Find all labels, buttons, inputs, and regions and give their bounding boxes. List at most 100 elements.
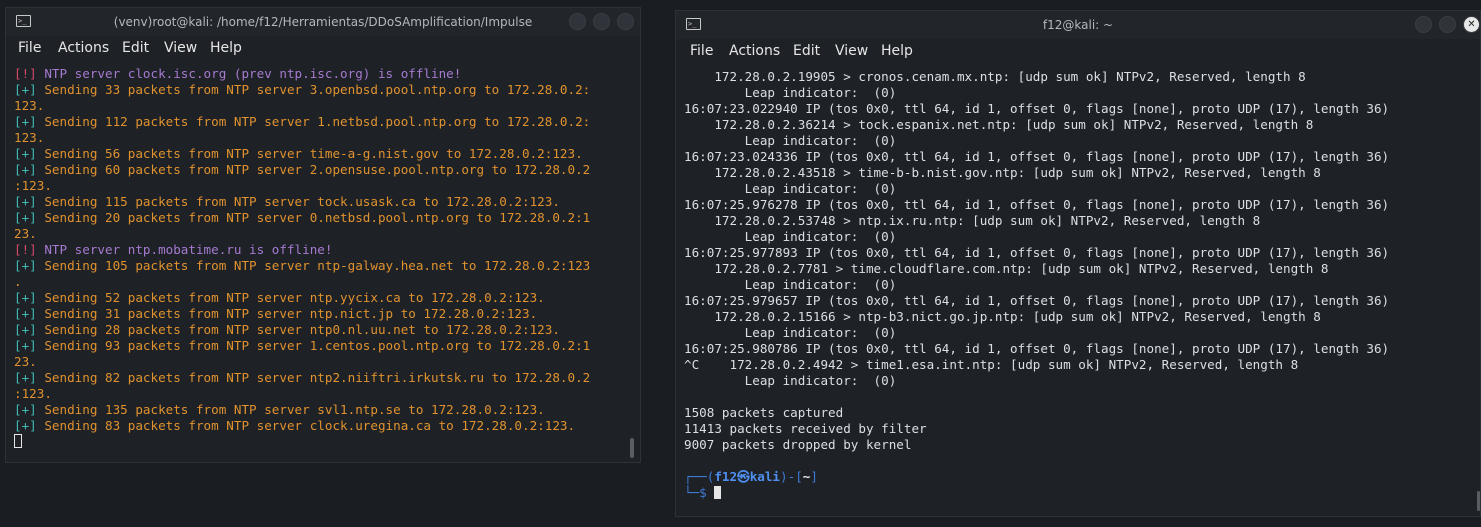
- prompt-line-1: ┌──(f12㉿kali)-[~]: [684, 469, 1472, 485]
- output-line: [+] Sending 83 packets from NTP server c…: [14, 418, 632, 434]
- output-text: Sending 56 packets from NTP server time-…: [36, 146, 583, 161]
- terminal-window-impulse[interactable]: >_ (venv)root@kali: /home/f12/Herramient…: [5, 7, 641, 463]
- status-prefix: [+]: [14, 210, 37, 225]
- output-text: 23.: [14, 354, 37, 369]
- output-line: [!] NTP server ntp.mobatime.ru is offlin…: [14, 242, 632, 258]
- output-text: 123.: [14, 98, 45, 113]
- output-line: [+] Sending 115 packets from NTP server …: [14, 194, 632, 210]
- output-text: NTP server ntp.mobatime.ru is offline!: [36, 242, 333, 257]
- output-line: [+] Sending 82 packets from NTP server n…: [14, 370, 632, 386]
- output-line: 172.28.0.2.15166 > ntp-b3.nict.go.jp.ntp…: [684, 309, 1321, 324]
- output-line: 172.28.0.2.53748 > ntp.ix.ru.ntp: [udp s…: [684, 213, 1261, 228]
- output-line: [+] Sending 28 packets from NTP server n…: [14, 322, 632, 338]
- menu-bar: File Actions Edit View Help: [676, 39, 1480, 63]
- output-line: 172.28.0.2.36214 > tock.espanix.net.ntp:…: [684, 117, 1314, 132]
- output-text: 23.: [14, 226, 37, 241]
- output-line: [+] Sending 135 packets from NTP server …: [14, 402, 632, 418]
- output-line: 23.: [14, 226, 632, 242]
- maximize-button[interactable]: [593, 13, 610, 30]
- output-line: ^C 172.28.0.2.4942 > time1.esa.int.ntp: …: [684, 357, 1299, 372]
- status-prefix: [+]: [14, 290, 37, 305]
- close-button[interactable]: [617, 13, 634, 30]
- status-prefix: [+]: [14, 194, 37, 209]
- output-line: 172.28.0.2.7781 > time.cloudflare.com.nt…: [684, 261, 1329, 276]
- menu-edit[interactable]: Edit: [122, 40, 149, 56]
- prompt-end: ]: [810, 469, 818, 484]
- status-prefix: [+]: [14, 338, 37, 353]
- menu-view[interactable]: View: [164, 40, 197, 56]
- output-text: Sending 31 packets from NTP server ntp.n…: [36, 306, 538, 321]
- status-prefix: [+]: [14, 322, 37, 337]
- output-line: [+] Sending 20 packets from NTP server 0…: [14, 210, 632, 226]
- prompt-user: f12: [714, 469, 738, 484]
- scrollbar-thumb[interactable]: [1477, 491, 1480, 511]
- menu-file[interactable]: File: [690, 43, 713, 59]
- minimize-button[interactable]: [569, 13, 586, 30]
- scrollbar-thumb[interactable]: [630, 438, 634, 458]
- window-title: (venv)root@kali: /home/f12/Herramientas/…: [113, 15, 533, 29]
- output-text: :123.: [14, 386, 52, 401]
- prompt-host: kali: [749, 469, 781, 484]
- prompt-close: )-[: [780, 469, 803, 484]
- status-prefix: [+]: [14, 162, 37, 177]
- terminal-window-home[interactable]: >_ f12@kali: ~ ✕ File Actions Edit View …: [675, 10, 1481, 517]
- output-line: [+] Sending 105 packets from NTP server …: [14, 258, 632, 274]
- output-text: Sending 82 packets from NTP server ntp2.…: [36, 370, 591, 385]
- output-line: [+] Sending 112 packets from NTP server …: [14, 114, 632, 130]
- menu-view[interactable]: View: [835, 43, 868, 59]
- output-line: 1508 packets captured: [684, 405, 844, 420]
- cursor-line: [14, 434, 632, 450]
- output-line: [+] Sending 60 packets from NTP server 2…: [14, 162, 632, 178]
- output-text: .: [14, 274, 22, 289]
- menu-help[interactable]: Help: [210, 40, 242, 56]
- title-bar[interactable]: >_ f12@kali: ~ ✕: [676, 11, 1480, 39]
- menu-edit[interactable]: Edit: [793, 43, 820, 59]
- close-button[interactable]: ✕: [1463, 16, 1480, 33]
- output-line: 23.: [14, 354, 632, 370]
- output-line: .: [14, 274, 632, 290]
- prompt-open: ┌──(: [684, 469, 715, 484]
- terminal-output[interactable]: [!] NTP server clock.isc.org (prev ntp.i…: [14, 66, 632, 450]
- output-line: Leap indicator: (0): [684, 325, 897, 340]
- output-text: Sending 60 packets from NTP server 2.ope…: [36, 162, 591, 177]
- output-text: 123.: [14, 130, 45, 145]
- status-prefix: [+]: [14, 306, 37, 321]
- output-line: [!] NTP server clock.isc.org (prev ntp.i…: [14, 66, 632, 82]
- terminal-output[interactable]: 172.28.0.2.19905 > cronos.cenam.mx.ntp: …: [684, 69, 1472, 501]
- output-line: 16:07:23.024336 IP (tos 0x0, ttl 64, id …: [684, 149, 1390, 164]
- output-line: 16:07:25.979657 IP (tos 0x0, ttl 64, id …: [684, 293, 1390, 308]
- status-prefix: [+]: [14, 82, 37, 97]
- menu-bar: File Actions Edit View Help: [6, 36, 640, 60]
- prompt-line-2: └─$: [684, 485, 1472, 501]
- output-text: Sending 52 packets from NTP server ntp.y…: [36, 290, 545, 305]
- output-line: 123.: [14, 98, 632, 114]
- menu-help[interactable]: Help: [881, 43, 913, 59]
- maximize-button[interactable]: [1439, 16, 1456, 33]
- output-line: [+] Sending 93 packets from NTP server 1…: [14, 338, 632, 354]
- menu-file[interactable]: File: [18, 40, 41, 56]
- output-text: NTP server clock.isc.org (prev ntp.isc.o…: [36, 66, 462, 81]
- status-prefix: [+]: [14, 402, 37, 417]
- output-line: :123.: [14, 386, 632, 402]
- output-line: [+] Sending 52 packets from NTP server n…: [14, 290, 632, 306]
- menu-actions[interactable]: Actions: [58, 40, 109, 56]
- minimize-button[interactable]: [1415, 16, 1432, 33]
- output-line: 16:07:25.980786 IP (tos 0x0, ttl 64, id …: [684, 341, 1390, 356]
- output-text: Sending 83 packets from NTP server clock…: [36, 418, 576, 433]
- status-prefix: [+]: [14, 114, 37, 129]
- menu-actions[interactable]: Actions: [729, 43, 780, 59]
- output-line: Leap indicator: (0): [684, 181, 897, 196]
- status-prefix: [!]: [14, 242, 37, 257]
- output-line: Leap indicator: (0): [684, 229, 897, 244]
- output-line: Leap indicator: (0): [684, 277, 897, 292]
- output-line: 172.28.0.2.43518 > time-b-b.nist.gov.ntp…: [684, 165, 1321, 180]
- title-bar[interactable]: >_ (venv)root@kali: /home/f12/Herramient…: [6, 8, 640, 36]
- terminal-cursor: [714, 486, 722, 499]
- output-text: Sending 28 packets from NTP server ntp0.…: [36, 322, 560, 337]
- output-line: [+] Sending 33 packets from NTP server 3…: [14, 82, 632, 98]
- output-text: Sending 105 packets from NTP server ntp-…: [36, 258, 591, 273]
- output-line: 9007 packets dropped by kernel: [684, 437, 912, 452]
- output-line: 16:07:23.022940 IP (tos 0x0, ttl 64, id …: [684, 101, 1390, 116]
